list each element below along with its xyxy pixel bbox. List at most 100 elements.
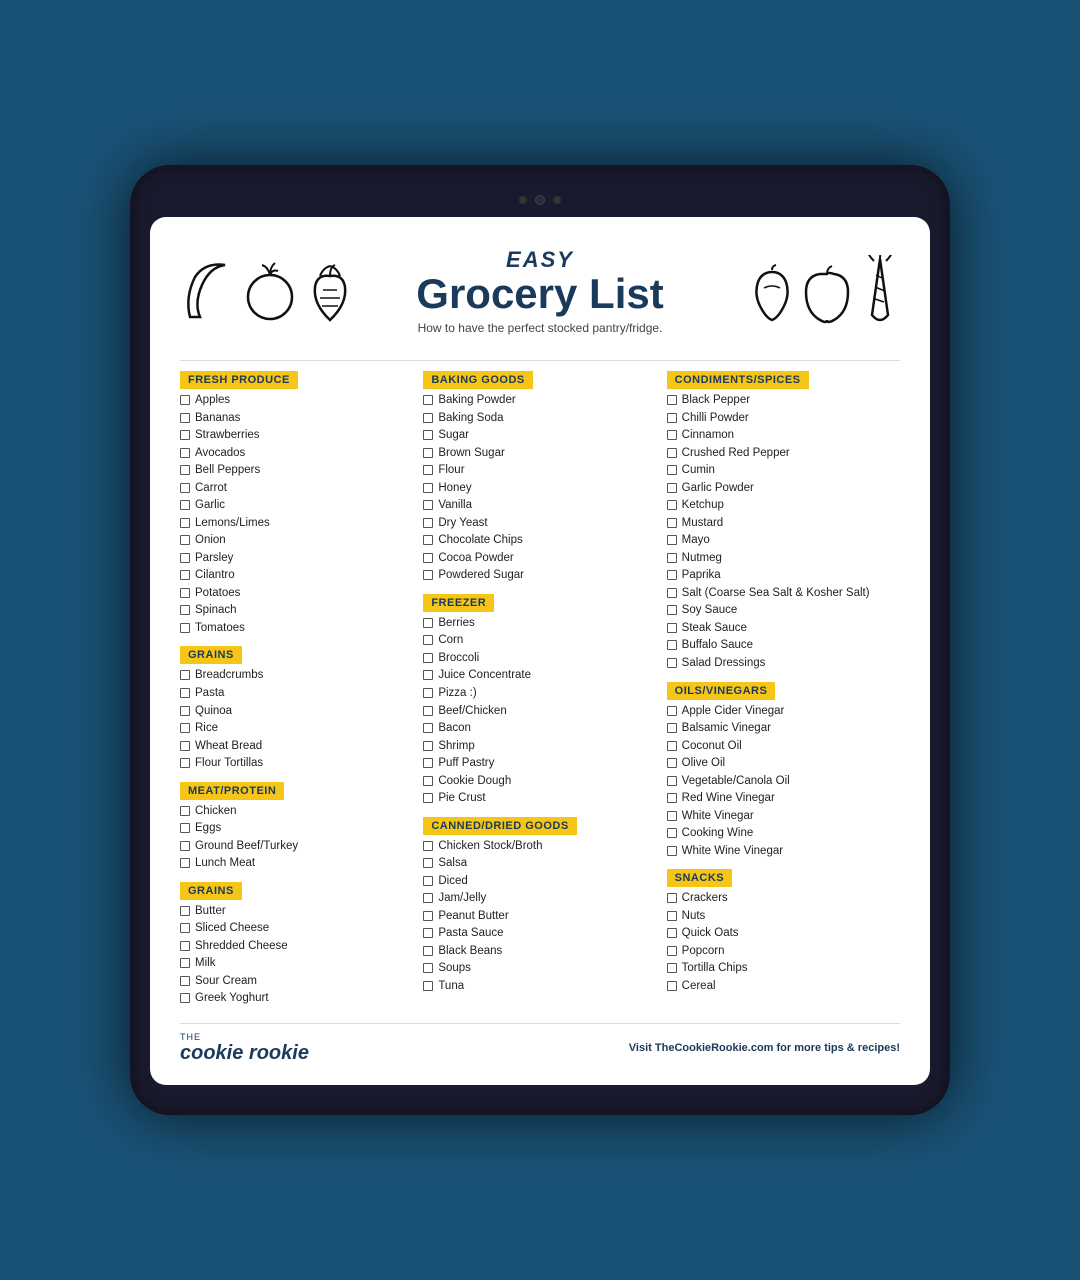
list-item[interactable]: Black Pepper (667, 393, 900, 409)
list-item[interactable]: Tortilla Chips (667, 961, 900, 977)
list-item[interactable]: Black Beans (423, 944, 656, 960)
checkbox[interactable] (667, 518, 677, 528)
list-item[interactable]: Powdered Sugar (423, 568, 656, 584)
list-item[interactable]: Flour Tortillas (180, 756, 413, 772)
list-item[interactable]: Breadcrumbs (180, 668, 413, 684)
checkbox[interactable] (667, 776, 677, 786)
list-item[interactable]: Sugar (423, 428, 656, 444)
checkbox[interactable] (180, 758, 190, 768)
checkbox[interactable] (667, 430, 677, 440)
checkbox[interactable] (180, 741, 190, 751)
list-item[interactable]: Olive Oil (667, 756, 900, 772)
checkbox[interactable] (180, 906, 190, 916)
checkbox[interactable] (180, 430, 190, 440)
checkbox[interactable] (667, 535, 677, 545)
list-item[interactable]: Red Wine Vinegar (667, 791, 900, 807)
checkbox[interactable] (423, 981, 433, 991)
list-item[interactable]: Shredded Cheese (180, 939, 413, 955)
checkbox[interactable] (667, 465, 677, 475)
list-item[interactable]: Coconut Oil (667, 739, 900, 755)
checkbox[interactable] (423, 963, 433, 973)
list-item[interactable]: Chicken (180, 804, 413, 820)
checkbox[interactable] (180, 553, 190, 563)
checkbox[interactable] (667, 570, 677, 580)
checkbox[interactable] (423, 946, 433, 956)
checkbox[interactable] (180, 623, 190, 633)
checkbox[interactable] (667, 893, 677, 903)
list-item[interactable]: Sliced Cheese (180, 921, 413, 937)
list-item[interactable]: Nuts (667, 909, 900, 925)
checkbox[interactable] (423, 723, 433, 733)
checkbox[interactable] (423, 841, 433, 851)
list-item[interactable]: Tuna (423, 979, 656, 995)
checkbox[interactable] (423, 635, 433, 645)
checkbox[interactable] (180, 723, 190, 733)
list-item[interactable]: Paprika (667, 568, 900, 584)
checkbox[interactable] (423, 618, 433, 628)
list-item[interactable]: Vegetable/Canola Oil (667, 774, 900, 790)
list-item[interactable]: Crushed Red Pepper (667, 446, 900, 462)
checkbox[interactable] (423, 430, 433, 440)
checkbox[interactable] (423, 553, 433, 563)
list-item[interactable]: Parsley (180, 551, 413, 567)
list-item[interactable]: Honey (423, 481, 656, 497)
list-item[interactable]: Salsa (423, 856, 656, 872)
list-item[interactable]: Berries (423, 616, 656, 632)
checkbox[interactable] (180, 500, 190, 510)
checkbox[interactable] (423, 893, 433, 903)
checkbox[interactable] (667, 658, 677, 668)
list-item[interactable]: Garlic Powder (667, 481, 900, 497)
list-item[interactable]: Cinnamon (667, 428, 900, 444)
checkbox[interactable] (180, 923, 190, 933)
list-item[interactable]: Tomatoes (180, 621, 413, 637)
checkbox[interactable] (667, 553, 677, 563)
checkbox[interactable] (180, 670, 190, 680)
checkbox[interactable] (667, 928, 677, 938)
checkbox[interactable] (180, 518, 190, 528)
list-item[interactable]: Buffalo Sauce (667, 638, 900, 654)
checkbox[interactable] (667, 811, 677, 821)
checkbox[interactable] (667, 605, 677, 615)
list-item[interactable]: Spinach (180, 603, 413, 619)
checkbox[interactable] (423, 911, 433, 921)
checkbox[interactable] (180, 958, 190, 968)
checkbox[interactable] (667, 623, 677, 633)
checkbox[interactable] (667, 706, 677, 716)
list-item[interactable]: Cooking Wine (667, 826, 900, 842)
checkbox[interactable] (667, 483, 677, 493)
checkbox[interactable] (423, 793, 433, 803)
list-item[interactable]: Apple Cider Vinegar (667, 704, 900, 720)
list-item[interactable]: Beef/Chicken (423, 704, 656, 720)
list-item[interactable]: Soups (423, 961, 656, 977)
checkbox[interactable] (423, 518, 433, 528)
checkbox[interactable] (423, 858, 433, 868)
checkbox[interactable] (180, 570, 190, 580)
checkbox[interactable] (667, 723, 677, 733)
list-item[interactable]: Avocados (180, 446, 413, 462)
list-item[interactable]: White Vinegar (667, 809, 900, 825)
list-item[interactable]: Potatoes (180, 586, 413, 602)
list-item[interactable]: Baking Powder (423, 393, 656, 409)
checkbox[interactable] (667, 963, 677, 973)
list-item[interactable]: Popcorn (667, 944, 900, 960)
list-item[interactable]: Eggs (180, 821, 413, 837)
checkbox[interactable] (180, 465, 190, 475)
list-item[interactable]: Strawberries (180, 428, 413, 444)
checkbox[interactable] (180, 448, 190, 458)
list-item[interactable]: Puff Pastry (423, 756, 656, 772)
list-item[interactable]: Brown Sugar (423, 446, 656, 462)
list-item[interactable]: Lemons/Limes (180, 516, 413, 532)
list-item[interactable]: Ground Beef/Turkey (180, 839, 413, 855)
list-item[interactable]: Cereal (667, 979, 900, 995)
list-item[interactable]: Greek Yoghurt (180, 991, 413, 1007)
checkbox[interactable] (423, 448, 433, 458)
checkbox[interactable] (180, 706, 190, 716)
checkbox[interactable] (667, 413, 677, 423)
list-item[interactable]: White Wine Vinegar (667, 844, 900, 860)
list-item[interactable]: Quick Oats (667, 926, 900, 942)
checkbox[interactable] (180, 535, 190, 545)
checkbox[interactable] (180, 823, 190, 833)
list-item[interactable]: Sour Cream (180, 974, 413, 990)
checkbox[interactable] (667, 846, 677, 856)
list-item[interactable]: Corn (423, 633, 656, 649)
